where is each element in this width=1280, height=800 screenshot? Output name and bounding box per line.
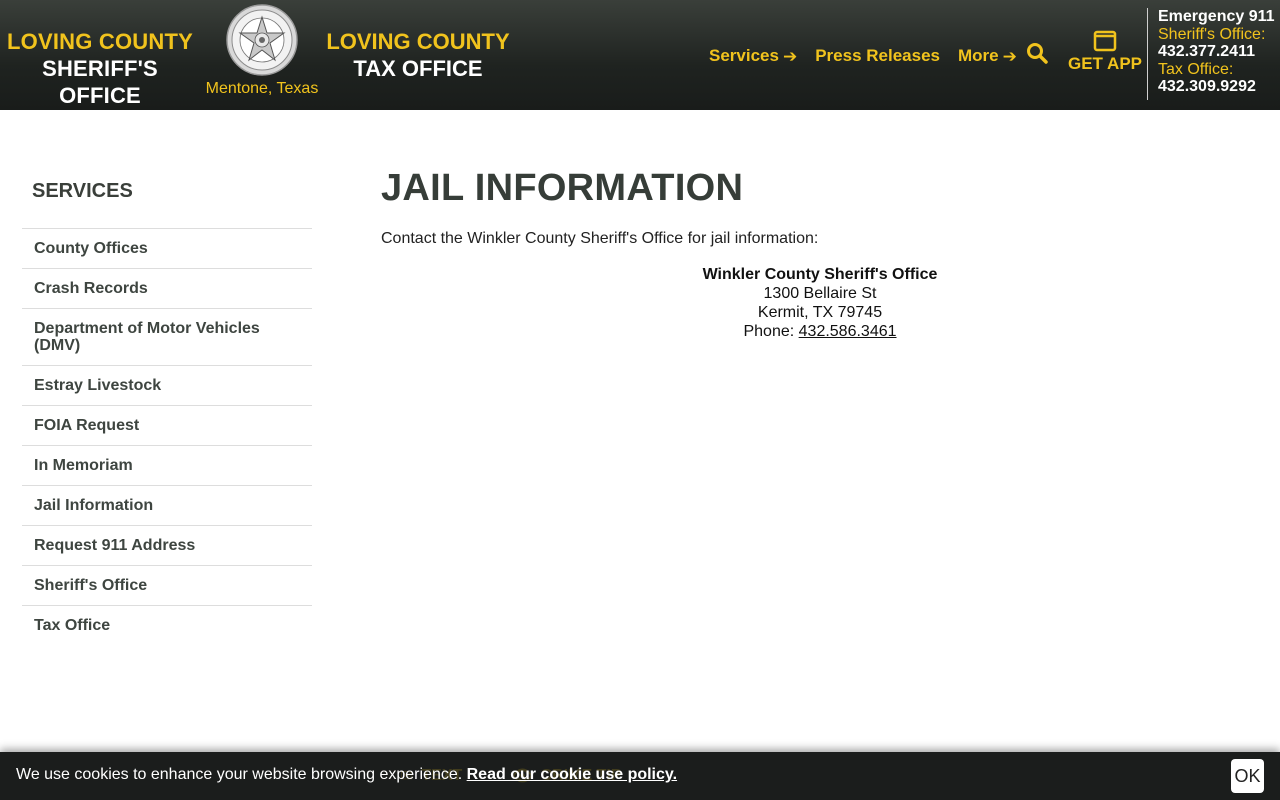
sheriff-brand-line2: SHERIFF'S OFFICE — [42, 56, 158, 108]
sidebar-item-in-memoriam[interactable]: In Memoriam — [22, 446, 312, 486]
nav-services[interactable]: Services ➔ — [709, 46, 797, 66]
address-block: Winkler County Sheriff's Office 1300 Bel… — [381, 265, 1259, 341]
sheriff-brand-line1: LOVING COUNTY — [7, 29, 193, 54]
sheriff-badge-icon — [226, 4, 298, 76]
nav-services-label: Services — [709, 46, 779, 65]
phone-line: Phone: 432.586.3461 — [381, 322, 1259, 341]
sheriff-phone-link[interactable]: 432.377.2411 — [1158, 43, 1280, 61]
sidebar-item-dmv[interactable]: Department of Motor Vehicles (DMV) — [22, 309, 312, 366]
sidebar-title: SERVICES — [32, 180, 133, 202]
sidebar-item-crash-records[interactable]: Crash Records — [22, 269, 312, 309]
main-nav: Services ➔ Press Releases More ➔ — [700, 44, 1026, 68]
search-button[interactable] — [1026, 42, 1050, 66]
nav-more-label: More — [957, 46, 999, 65]
page-title: JAIL INFORMATION — [381, 167, 744, 209]
nav-more[interactable]: More ➔ — [958, 46, 1017, 66]
city-state-zip: Kermit, TX 79745 — [757, 304, 883, 321]
sidebar-item-jail-information[interactable]: Jail Information — [22, 486, 312, 526]
tax-brand-line1: LOVING COUNTY — [326, 29, 510, 54]
arrow-right-icon: ➔ — [782, 46, 798, 66]
arrow-right-icon: ➔ — [1002, 46, 1017, 66]
phone-icon — [1066, 30, 1144, 54]
office-name: Winkler County Sheriff's Office — [702, 266, 938, 283]
get-app-button[interactable]: GET APP — [1066, 30, 1144, 74]
services-sidebar: SERVICES County Offices Crash Records De… — [22, 180, 312, 645]
sheriff-phone-label: Sheriff's Office: — [1158, 25, 1266, 43]
sidebar-item-tax-office[interactable]: Tax Office — [22, 606, 312, 645]
sheriff-office-brand[interactable]: LOVING COUNTY SHERIFF'S OFFICE — [0, 28, 200, 109]
cookie-bar: ✉ TEXT 👁 CRIME TIP We use cookies to enh… — [0, 752, 1280, 800]
sidebar-item-estray-livestock[interactable]: Estray Livestock — [22, 366, 312, 406]
tax-phone-link[interactable]: 432.309.9292 — [1158, 78, 1280, 96]
emergency-number[interactable]: Emergency 911 — [1158, 8, 1280, 26]
cookie-ok-button[interactable]: OK — [1231, 759, 1264, 793]
cookie-message: We use cookies to enhance your website b… — [16, 766, 677, 784]
sidebar-item-request-911-address[interactable]: Request 911 Address — [22, 526, 312, 566]
location-text: Mentone, Texas — [205, 80, 319, 97]
tax-brand-line2: TAX OFFICE — [353, 56, 483, 81]
get-app-label: GET APP — [1068, 54, 1142, 73]
sidebar-item-sheriffs-office[interactable]: Sheriff's Office — [22, 566, 312, 606]
badge-logo-block[interactable]: Mentone, Texas — [204, 4, 320, 98]
phone-label: Phone: — [743, 323, 799, 340]
contact-phones: Emergency 911 Sheriff's Office: 432.377.… — [1147, 8, 1280, 100]
nav-press-releases-label: Press Releases — [815, 46, 940, 65]
phone-link[interactable]: 432.586.3461 — [799, 323, 897, 340]
sidebar-item-foia-request[interactable]: FOIA Request — [22, 406, 312, 446]
search-icon — [1027, 43, 1048, 64]
sidebar-list: County Offices Crash Records Department … — [22, 228, 312, 645]
intro-text: Contact the Winkler County Sheriff's Off… — [381, 230, 819, 247]
street-address: 1300 Bellaire St — [763, 285, 877, 302]
main-content: JAIL INFORMATION Contact the Winkler Cou… — [381, 166, 1259, 341]
cookie-policy-link[interactable]: Read our cookie use policy. — [467, 766, 677, 783]
cookie-message-text: We use cookies to enhance your website b… — [16, 766, 467, 783]
tax-office-brand[interactable]: LOVING COUNTY TAX OFFICE — [326, 28, 510, 82]
tax-phone-label: Tax Office: — [1158, 60, 1234, 78]
nav-press-releases[interactable]: Press Releases — [815, 46, 940, 66]
site-header: LOVING COUNTY SHERIFF'S OFFICE Mentone, … — [0, 0, 1280, 110]
sidebar-item-county-offices[interactable]: County Offices — [22, 229, 312, 269]
